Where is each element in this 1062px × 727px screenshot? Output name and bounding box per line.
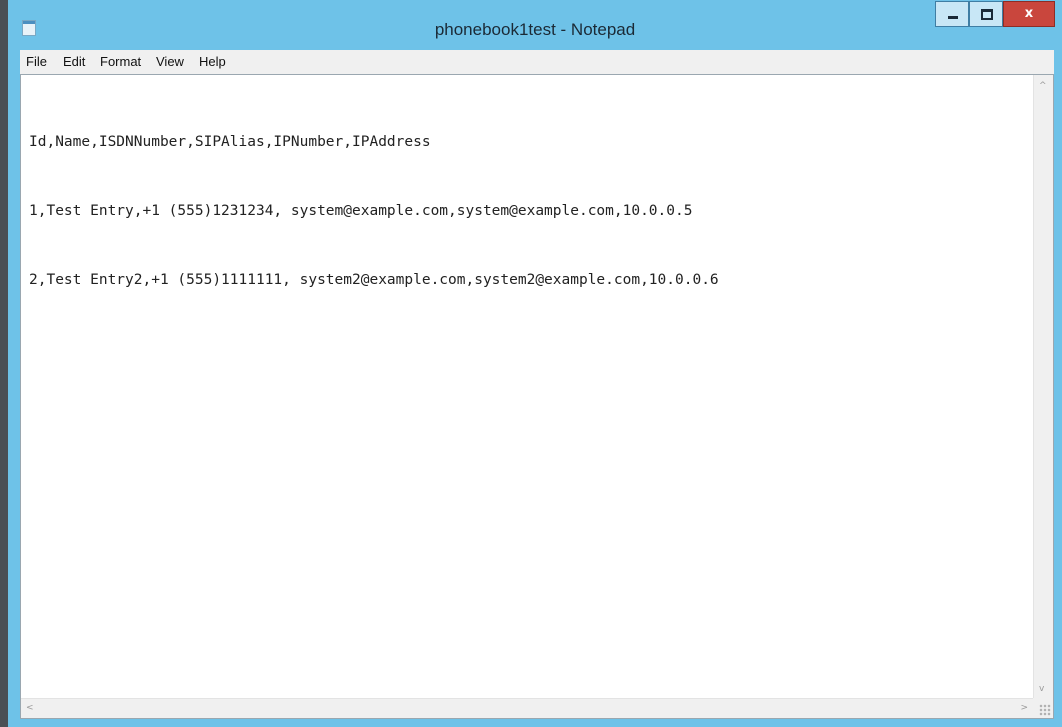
- resize-grip[interactable]: [1033, 698, 1053, 718]
- text-line: 1,Test Entry,+1 (555)1231234, system@exa…: [29, 203, 693, 219]
- menu-edit[interactable]: Edit: [63, 54, 85, 69]
- menu-view[interactable]: View: [156, 54, 184, 69]
- horizontal-scrollbar[interactable]: < >: [21, 698, 1033, 718]
- grip-icon: [1039, 704, 1051, 716]
- text-editor[interactable]: Id,Name,ISDNNumber,SIPAlias,IPNumber,IPA…: [20, 74, 1054, 719]
- close-button[interactable]: x: [1003, 1, 1055, 27]
- text-line: 2,Test Entry2,+1 (555)1111111, system2@e…: [29, 272, 719, 288]
- close-icon: x: [1024, 6, 1034, 21]
- menu-file[interactable]: File: [26, 54, 47, 69]
- vertical-scrollbar[interactable]: ^ v: [1033, 75, 1053, 698]
- text-line: Id,Name,ISDNNumber,SIPAlias,IPNumber,IPA…: [29, 134, 431, 150]
- scroll-down-icon[interactable]: v: [1039, 684, 1044, 694]
- notepad-window: phonebook1test - Notepad x File Edit For…: [8, 0, 1062, 727]
- scroll-right-icon[interactable]: >: [1020, 703, 1028, 713]
- text-content[interactable]: Id,Name,ISDNNumber,SIPAlias,IPNumber,IPA…: [21, 75, 1033, 698]
- menu-help[interactable]: Help: [199, 54, 226, 69]
- maximize-icon[interactable]: [969, 1, 1003, 27]
- window-title: phonebook1test - Notepad: [434, 20, 636, 39]
- scroll-left-icon[interactable]: <: [26, 703, 34, 713]
- minimize-icon[interactable]: [935, 1, 969, 27]
- menu-format[interactable]: Format: [100, 54, 141, 69]
- menu-bar: File Edit Format View Help: [20, 50, 1054, 74]
- scroll-up-icon[interactable]: ^: [1039, 81, 1047, 91]
- title-bar[interactable]: phonebook1test - Notepad x: [8, 0, 1062, 50]
